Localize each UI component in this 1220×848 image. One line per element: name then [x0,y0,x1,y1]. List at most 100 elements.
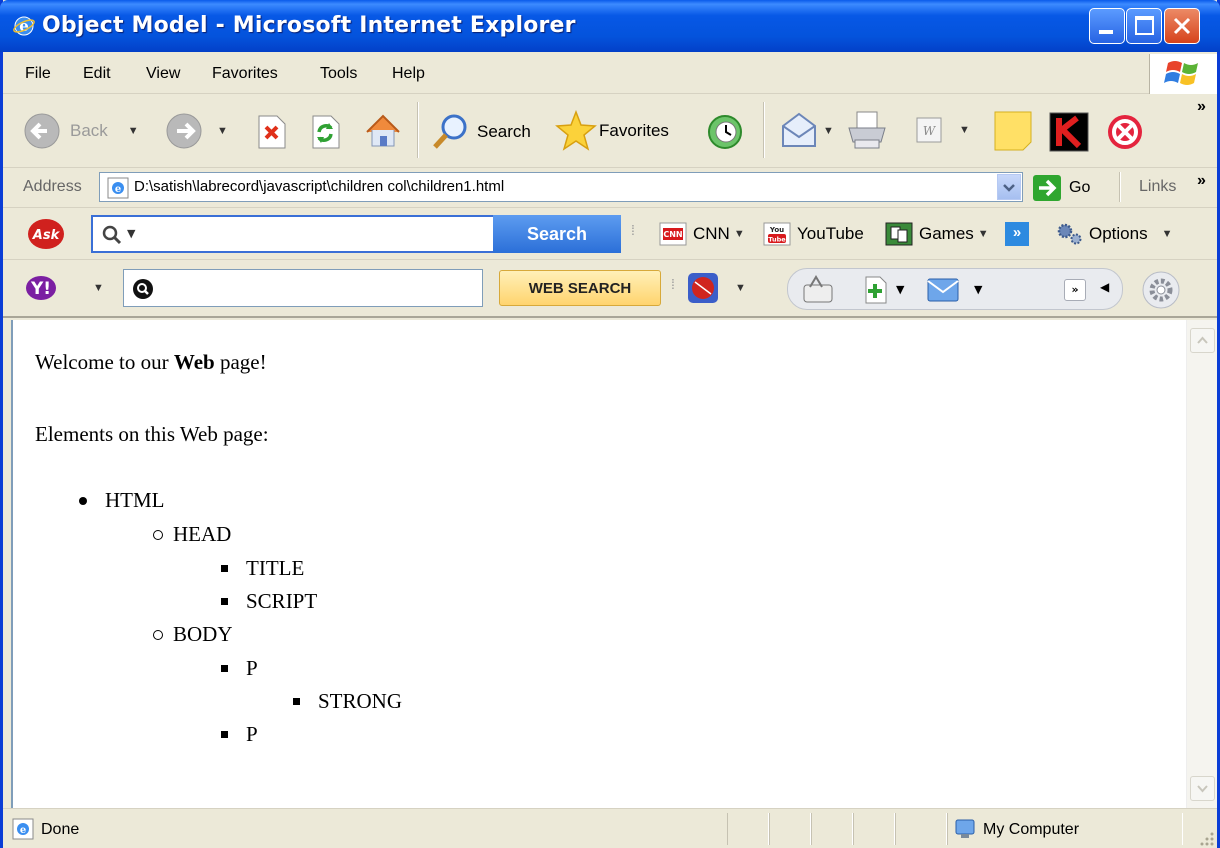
toolbar-overflow-button[interactable]: » [1197,98,1206,116]
menu-view[interactable]: View [146,65,180,83]
grip-handle[interactable]: ⁞ [631,222,635,238]
welcome-paragraph: Welcome to our Web page! [35,350,267,375]
mail-button[interactable]: ▼ [779,112,834,150]
games-label: Games [919,224,974,243]
status-cell [853,813,895,845]
forward-arrow-icon [166,113,202,149]
search-icon [433,114,467,149]
svg-text:Tube: Tube [768,236,786,244]
maximize-button[interactable] [1126,8,1162,44]
yahoo-web-search-button[interactable]: WEB SEARCH [499,270,661,306]
mail-dropdown-icon[interactable]: ▼ [974,283,982,296]
svg-text:CNN: CNN [663,230,682,239]
scroll-down-button[interactable] [1190,776,1215,801]
ask-search-input[interactable]: ▼ [91,215,493,253]
search-label: Search [477,122,531,141]
bookmark-add-icon[interactable] [862,275,890,305]
blocker-button[interactable] [1105,112,1145,152]
kaspersky-button[interactable] [1049,112,1089,152]
sticky-note-button[interactable] [993,110,1033,152]
links-button[interactable]: Links [1139,178,1176,196]
maximize-icon [1135,16,1154,35]
back-button[interactable]: Back ▼ [23,112,139,150]
circle-bullet [153,529,163,540]
yahoo-search-input[interactable] [123,269,483,307]
home-button[interactable] [363,112,403,150]
welcome-text: Welcome to our [35,350,174,374]
links-overflow-button[interactable]: » [1197,172,1206,190]
word-button[interactable]: W ▼ [915,116,970,144]
toolbar-separator [417,102,419,158]
search-button[interactable]: Search [431,112,531,152]
status-cell [769,813,811,845]
youtube-button[interactable]: You Tube YouTube [763,222,864,246]
window-title: Object Model - Microsoft Internet Explor… [42,13,576,38]
welcome-strong: Web [173,350,215,374]
options-dropdown-icon[interactable]: ▼ [1162,228,1173,240]
ask-logo[interactable]: Ask [27,218,65,250]
toolbox-icon[interactable] [802,275,834,305]
close-button[interactable] [1164,8,1200,44]
go-button[interactable]: Go [1033,175,1090,201]
yahoo-mail-icon[interactable] [926,275,960,305]
mail-dropdown-icon[interactable]: ▼ [823,125,834,137]
search-options-dropdown-icon[interactable]: ▼ [127,227,135,240]
stop-button[interactable] [255,114,287,150]
title-bar[interactable]: e Object Model - Microsoft Internet Expl… [0,0,1220,52]
back-label: Back [70,121,108,140]
address-input[interactable]: e D:\satish\labrecord\javascript\childre… [99,172,1023,202]
svg-text:e: e [20,825,26,836]
tree-label: SCRIPT [246,589,318,613]
youtube-label: YouTube [797,224,864,243]
forward-button[interactable]: ▼ [165,112,228,150]
settings-gear-icon[interactable] [1141,270,1181,310]
refresh-icon [312,115,340,149]
print-button[interactable] [845,110,889,152]
address-dropdown-button[interactable] [997,174,1021,200]
resize-grip-icon[interactable] [1197,829,1215,847]
yahoo-dropdown-icon[interactable]: ▼ [93,282,104,294]
svg-text:You: You [769,226,784,234]
menu-favorites[interactable]: Favorites [212,65,278,83]
grip-handle[interactable]: ⁞ [671,276,675,292]
square-bullet [293,698,300,705]
options-button[interactable]: Options ▼ [1053,222,1172,246]
games-button[interactable]: Games ▼ [885,222,989,246]
vertical-scrollbar[interactable] [1186,320,1217,808]
menu-file[interactable]: File [25,65,51,83]
games-dropdown-icon[interactable]: ▼ [978,228,989,240]
cricket-dropdown-icon[interactable]: ▼ [735,282,746,294]
tree-item-script: SCRIPT [221,589,317,614]
refresh-button[interactable] [309,114,341,150]
scroll-up-button[interactable] [1190,328,1215,353]
minimize-button[interactable] [1089,8,1125,44]
bookmark-dropdown-icon[interactable]: ▼ [896,283,904,296]
cnn-dropdown-icon[interactable]: ▼ [734,228,745,240]
history-button[interactable] [705,112,745,152]
gears-icon [1057,223,1082,245]
chevron-down-icon [1003,184,1015,192]
yahoo-overflow-button[interactable]: » [1064,279,1086,301]
games-icon [885,222,913,246]
ask-search-button[interactable]: Search [493,215,621,253]
ask-overflow-button[interactable]: » [1005,222,1029,246]
tree-label: TITLE [246,556,305,580]
yahoo-logo-button[interactable]: Y! ▼ [25,272,104,304]
cnn-button[interactable]: CNN CNN ▼ [659,222,745,246]
word-dropdown-icon[interactable]: ▼ [959,124,970,136]
magnifier-icon [102,225,122,245]
forward-dropdown-icon[interactable]: ▼ [217,125,228,137]
back-dropdown-icon[interactable]: ▼ [128,125,139,137]
menu-help[interactable]: Help [392,65,425,83]
menu-tools[interactable]: Tools [320,65,357,83]
mail-icon [782,112,816,147]
yahoo-cricket-button[interactable]: ▼ [687,272,746,304]
yahoo-scroll-left-icon[interactable]: ◀ [1100,280,1109,294]
menu-edit[interactable]: Edit [83,65,111,83]
favorites-button[interactable]: Favorites [555,110,669,152]
tree-item-strong: STRONG [293,689,402,714]
page-icon: e [107,177,129,199]
security-zone-label: My Computer [983,821,1080,838]
kaspersky-icon [1049,112,1089,152]
menu-bar: File Edit View Favorites Tools Help [3,52,1217,94]
